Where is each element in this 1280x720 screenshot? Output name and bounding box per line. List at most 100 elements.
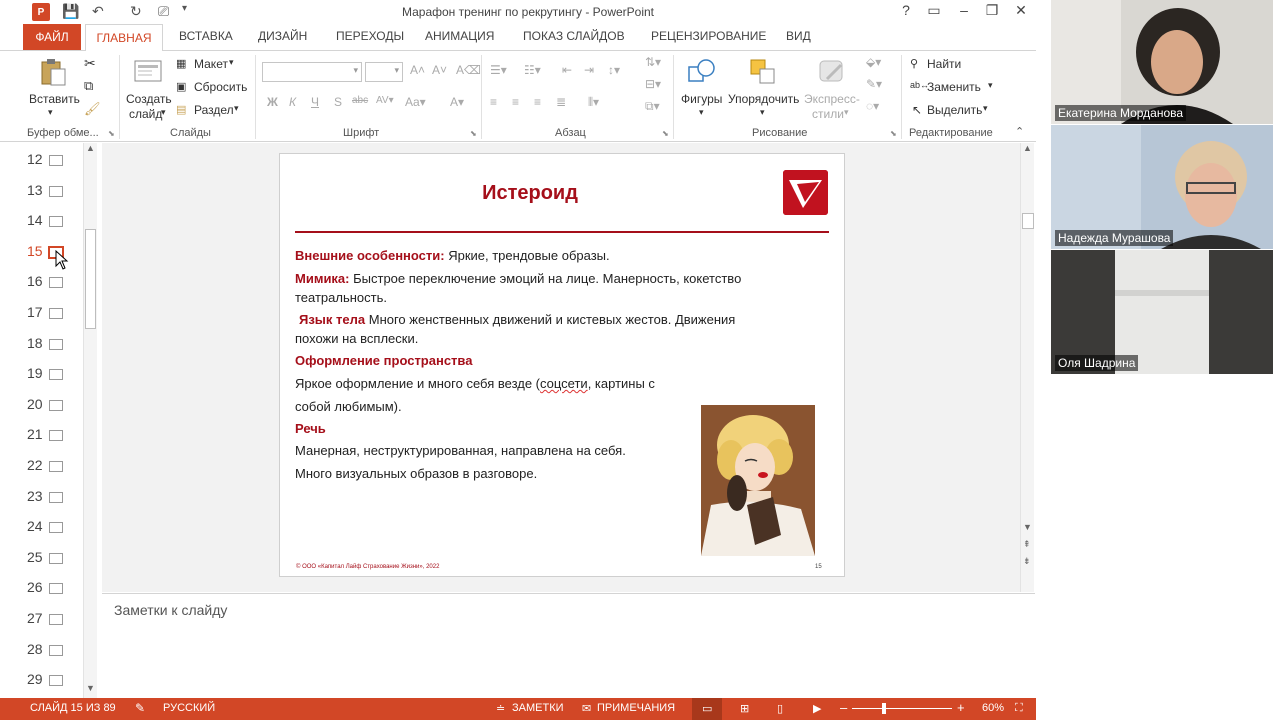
zoom-slider-thumb[interactable] (882, 703, 886, 714)
space-line[interactable]: Яркое оформление и много себя везде (соц… (295, 374, 655, 393)
shape-outline-icon[interactable]: ✎▾ (866, 77, 882, 91)
smartart-icon[interactable]: ⧉▾ (645, 99, 660, 114)
align-left-icon[interactable]: ≡ (490, 95, 497, 109)
bold-button[interactable]: Ж (267, 95, 278, 109)
clipboard-launcher-icon[interactable]: ⬊ (108, 129, 115, 138)
columns-icon[interactable]: ⫴▾ (588, 95, 599, 110)
shapes-icon[interactable] (686, 57, 716, 87)
slide-thumbnail[interactable]: 13 (23, 182, 83, 202)
quick-styles-icon[interactable] (817, 57, 847, 87)
justify-icon[interactable]: ≣ (556, 95, 566, 109)
tab-view[interactable]: ВИД (786, 29, 811, 43)
fit-to-window-icon[interactable]: ⛶ (1015, 702, 1023, 715)
view-sorter-icon[interactable]: ⊞ (740, 702, 749, 715)
language-indicator[interactable]: РУССКИЙ (163, 702, 215, 714)
tab-review[interactable]: РЕЦЕНЗИРОВАНИЕ (651, 29, 766, 43)
slide-scrollbar[interactable]: ▲ ▼ ⇞ ⇟ (1020, 143, 1034, 592)
italic-button[interactable]: К (289, 95, 296, 109)
slide-thumbnail[interactable]: 28 (23, 641, 83, 661)
slide-thumbnail[interactable]: 27 (23, 610, 83, 630)
view-reading-icon[interactable]: ▯ (777, 702, 783, 715)
tab-home[interactable]: ГЛАВНАЯ (85, 24, 163, 51)
slide-thumbnail-preview[interactable] (49, 644, 63, 656)
replace-button[interactable]: Заменить (927, 80, 981, 94)
slide-thumbnail-preview[interactable] (49, 614, 63, 625)
ribbon-display-button[interactable]: ▭ (922, 2, 946, 19)
mimicry-line[interactable]: Мимика: Быстрое переключение эмоций на л… (295, 269, 741, 288)
align-center-icon[interactable]: ≡ (512, 95, 519, 109)
paste-icon[interactable] (38, 57, 68, 87)
tab-animations[interactable]: АНИМАЦИЯ (425, 29, 494, 43)
tab-transitions[interactable]: ПЕРЕХОДЫ (336, 29, 404, 43)
font-size-combo[interactable]: ▾ (365, 62, 403, 82)
zoom-out-icon[interactable]: – (840, 700, 847, 715)
participant-tile-2[interactable]: Надежда Мурашова (1051, 125, 1273, 249)
slide-scroll-down-icon[interactable]: ▼ (1023, 522, 1032, 532)
slide-thumbnail[interactable]: 20 (23, 396, 83, 416)
section-button[interactable]: Раздел (194, 103, 234, 117)
layout-button[interactable]: Макет (194, 57, 228, 71)
change-case-icon[interactable]: Aa▾ (405, 95, 426, 109)
scroll-up-icon[interactable]: ▲ (86, 143, 95, 153)
slide-thumbnail[interactable]: 15 (23, 243, 83, 263)
appearance-line[interactable]: Внешние особенности: Яркие, трендовые об… (295, 246, 610, 265)
slide-thumbnail-preview[interactable] (49, 216, 63, 228)
slide-thumbnail-preview[interactable] (49, 185, 63, 197)
slide-thumbnail-preview[interactable] (49, 308, 63, 319)
spellcheck-icon[interactable]: ✎ (135, 701, 145, 715)
slide-title[interactable]: Истероид (280, 182, 780, 205)
participant-tile-3[interactable]: Оля Шадрина (1051, 250, 1273, 374)
copy-icon[interactable]: ⧉ (84, 78, 93, 94)
slide-thumbnail-preview[interactable] (49, 522, 63, 534)
help-button[interactable]: ? (894, 2, 918, 18)
slide-canvas[interactable]: Истероид Внешние особенности: Яркие, тре… (279, 153, 845, 577)
clear-format-icon[interactable]: A⌫ (456, 63, 481, 77)
align-text-icon[interactable]: ⊟▾ (645, 77, 661, 91)
shape-effects-icon[interactable]: ◌▾ (866, 99, 879, 113)
cut-icon[interactable]: ✂ (84, 55, 96, 72)
find-button[interactable]: Найти (927, 57, 961, 71)
slide-thumbnail-preview[interactable] (49, 277, 63, 289)
slide-photo[interactable] (701, 405, 815, 556)
zoom-in-icon[interactable]: + (957, 700, 965, 715)
slide-thumbnail[interactable]: 23 (23, 488, 83, 508)
restore-button[interactable]: ❐ (980, 2, 1004, 19)
slide-thumbnail-preview[interactable] (49, 583, 63, 595)
slide-thumbnail[interactable]: 14 (23, 212, 83, 232)
body-language-line[interactable]: Язык тела Много женственных движений и к… (299, 310, 735, 329)
format-painter-icon[interactable]: 🖌 (84, 101, 101, 117)
new-slide-icon[interactable] (133, 57, 163, 87)
font-launcher-icon[interactable]: ⬊ (470, 129, 477, 138)
slide-scroll-up-icon[interactable]: ▲ (1023, 143, 1032, 153)
arrange-button[interactable]: Упорядочить (728, 92, 799, 106)
arrange-icon[interactable] (748, 57, 778, 87)
new-slide-dropdown[interactable]: слайд (129, 107, 162, 121)
slide-thumbnail-preview[interactable] (49, 399, 63, 411)
slide-thumbnail[interactable]: 25 (23, 549, 83, 569)
tab-insert[interactable]: ВСТАВКА (179, 29, 233, 43)
slide-thumbnail-preview[interactable] (49, 369, 63, 381)
slide-thumbnail-preview[interactable] (49, 155, 63, 166)
quick-styles-button[interactable]: Экспресс- (804, 92, 860, 106)
slide-thumbnail[interactable]: 22 (23, 457, 83, 477)
slide-thumbnail[interactable]: 19 (23, 365, 83, 385)
scroll-down-icon[interactable]: ▼ (86, 683, 95, 693)
slide-counter[interactable]: СЛАЙД 15 ИЗ 89 (30, 702, 116, 714)
slide-thumbnail[interactable]: 12 (23, 151, 83, 171)
participant-tile-1[interactable]: Екатерина Морданова (1051, 0, 1273, 124)
slide-thumbnail-preview[interactable] (49, 338, 63, 350)
paste-button[interactable]: Вставить (29, 92, 80, 106)
view-normal-icon[interactable]: ▭ (702, 702, 712, 715)
close-button[interactable]: ✕ (1009, 2, 1033, 19)
collapse-ribbon-icon[interactable]: ⌃ (1015, 125, 1024, 138)
new-slide-button[interactable]: Создать (126, 92, 172, 106)
spellcheck-word[interactable]: соцсети (540, 376, 588, 391)
notes-pane[interactable]: Заметки к слайду (102, 593, 1035, 698)
numbering-icon[interactable]: ☷▾ (524, 63, 541, 77)
paragraph-launcher-icon[interactable]: ⬊ (662, 129, 669, 138)
drawing-launcher-icon[interactable]: ⬊ (890, 129, 897, 138)
slide-thumbnail[interactable]: 17 (23, 304, 83, 324)
minimize-button[interactable]: – (952, 2, 976, 18)
comments-button[interactable]: ПРИМЕЧАНИЯ (597, 702, 675, 714)
increase-indent-icon[interactable]: ⇥ (584, 63, 594, 77)
